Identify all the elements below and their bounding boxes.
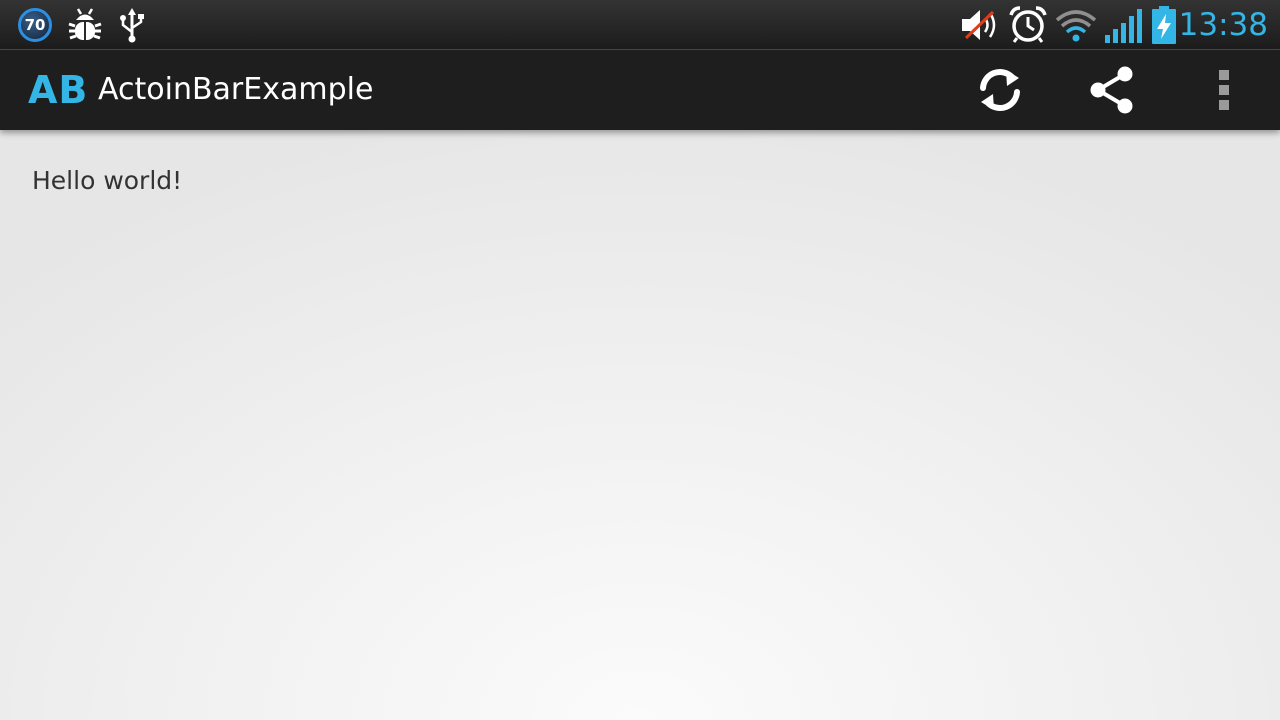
hello-world-text: Hello world!: [32, 166, 183, 195]
battery-charging-icon: [1152, 6, 1176, 44]
alarm-icon: [1009, 6, 1047, 43]
status-bar: 70 13:38: [0, 0, 1280, 50]
overflow-menu-icon: [1219, 70, 1229, 110]
volume-muted-icon: [962, 10, 996, 40]
status-clock: 13:38: [1178, 7, 1268, 43]
app-title: ActoinBarExample: [98, 72, 374, 107]
app-logo[interactable]: AB: [28, 68, 88, 112]
action-bar: AB ActoinBarExample: [0, 50, 1280, 130]
refresh-icon: [980, 69, 1020, 111]
signal-icon: [1105, 9, 1142, 43]
share-icon: [1090, 66, 1133, 114]
notification-badge-icon[interactable]: 70: [18, 8, 52, 42]
usb-icon: [120, 8, 144, 43]
bug-icon: [68, 8, 102, 40]
refresh-button[interactable]: [950, 50, 1050, 130]
app-screen: 70 13:38 AB ActoinBarExample Hello world…: [0, 0, 1280, 720]
overflow-menu-button[interactable]: [1174, 50, 1274, 130]
share-button[interactable]: [1062, 50, 1162, 130]
wifi-icon: [1055, 10, 1097, 42]
